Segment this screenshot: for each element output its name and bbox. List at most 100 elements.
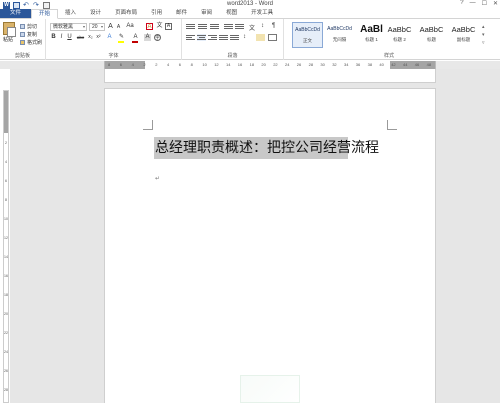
copy-label: 复制 [27,32,38,38]
document-page[interactable] [104,88,436,403]
shrink-font-button[interactable]: A [115,24,122,31]
style-title[interactable]: AaBbC 标题 [416,22,447,48]
font-size-value: 20 [92,24,98,30]
vruler-tick: 20 [4,312,8,316]
shading-icon[interactable] [256,34,265,41]
watermark-logo [240,375,300,403]
align-left-icon[interactable] [186,34,195,41]
styles-scroll-icon[interactable]: ▴ ▾ ▿ [482,23,485,47]
numbering-icon[interactable] [198,23,207,30]
sort-icon[interactable]: ↕ [261,23,270,30]
maximize-button[interactable]: ☐ [482,0,487,7]
line-spacing-icon[interactable]: ↕ [243,34,252,41]
tab-home[interactable]: 开始 [31,9,59,19]
tab-mailings[interactable]: 邮件 [169,9,194,18]
vruler-tick: 26 [4,369,8,373]
font-name-value: 微软雅黑 [53,24,74,30]
margin-corner-top-right [387,120,397,130]
show-marks-icon[interactable]: ¶ [272,23,281,30]
paste-button[interactable]: 粘贴 [3,22,17,46]
horizontal-ruler[interactable]: 8 6 4 2 2 4 6 8 10 12 14 16 18 20 22 24 26 28 30 32 34 36 38 40… [0,61,500,69]
margin-corner-top-left [143,120,153,130]
increase-indent-icon[interactable] [235,23,244,30]
ruler-tick: 10 [202,62,207,67]
style-normal-sample: AaBbCcDd [295,27,320,33]
strikethrough-button[interactable]: abc [75,34,86,41]
font-color-icon[interactable]: A [132,34,139,41]
vruler-tick: 8 [5,198,7,202]
vertical-ruler[interactable]: 2 4 6 8 10 12 14 16 18 20 22 24 26 28 [3,90,9,403]
asian-layout-icon[interactable]: 文 [249,23,258,32]
close-button[interactable]: ✕ [493,0,498,7]
style-normal[interactable]: AaBbCcDd 正文 [292,22,323,48]
style-no-spacing-sample: AaBbCcDd [327,26,352,32]
format-painter-button[interactable]: 格式刷 [20,39,42,46]
clear-formatting-button[interactable]: A [146,23,153,30]
justify-icon[interactable] [219,34,228,41]
vruler-tick: 12 [4,236,8,240]
paste-label: 粘贴 [3,37,14,43]
phonetic-guide-icon[interactable]: 文 [156,23,163,30]
multilevel-list-icon[interactable] [210,23,219,30]
align-center-icon[interactable] [197,34,206,41]
italic-button[interactable]: I [58,34,65,41]
character-shading-icon[interactable]: A [144,34,151,41]
tab-layout[interactable]: 页面布局 [108,9,144,18]
tab-references[interactable]: 引用 [144,9,169,18]
distributed-icon[interactable] [230,34,239,41]
tab-insert[interactable]: 插入 [58,9,83,18]
align-right-icon[interactable] [208,34,217,41]
vruler-tick: 4 [5,160,7,164]
cut-button[interactable]: 剪切 [20,23,37,30]
ruler-tick: 26 [296,62,302,67]
minimize-button[interactable]: — [470,0,476,7]
highlighter-icon[interactable]: ✎ [118,34,125,41]
style-heading-1[interactable]: AaBl 标题 1 [356,22,387,48]
ruler-tick: 28 [308,62,314,67]
subscript-button[interactable]: x₂ [87,34,94,41]
style-heading-2[interactable]: AaBbC 标题 2 [384,22,415,48]
style-no-spacing[interactable]: AaBbCcDd 无间隔 [324,22,355,48]
change-case-button[interactable]: Aa [125,23,135,30]
bullets-icon[interactable] [186,23,195,30]
decrease-indent-icon[interactable] [224,23,233,30]
bold-button[interactable]: B [50,34,57,41]
vruler-top-margin [4,91,8,133]
font-size-select[interactable]: 20 ▾ [89,23,105,31]
ruler-tick: 8 [108,62,111,67]
vruler-tick: 2 [5,141,7,145]
ruler-tick: 16 [237,62,243,67]
tab-review[interactable]: 审阅 [194,9,219,18]
style-subtitle[interactable]: AaBbC 副标题 [448,22,479,48]
tab-developer[interactable]: 开发工具 [244,9,280,18]
tab-view[interactable]: 视图 [219,9,244,18]
ruler-tick: 20 [261,62,266,67]
help-button[interactable]: ? [460,0,463,7]
window-controls: ? — ☐ ✕ [460,0,498,7]
style-heading-2-name: 标题 2 [393,37,406,42]
vruler-tick: 22 [4,331,8,335]
paste-icon [3,22,16,37]
window-title: word2013 - Word [227,1,273,7]
ruler-tick: 14 [226,62,231,67]
ruler-tick: 48 [426,62,432,67]
copy-button[interactable]: 复制 [20,31,37,38]
text-effects-icon[interactable]: A [106,34,113,41]
ruler-tick: 30 [320,62,325,67]
clipboard-group: 粘贴 剪切 复制 格式刷 剪贴板 [0,19,46,60]
font-group-label: 字体 [108,53,119,59]
tab-design[interactable]: 设计 [83,9,108,18]
vruler-tick: 16 [4,274,8,278]
underline-button[interactable]: U [66,34,73,41]
superscript-button[interactable]: x² [95,34,102,41]
grow-font-button[interactable]: A [107,23,114,30]
ruler-tick: 22 [273,62,278,67]
character-border-icon[interactable]: A [165,23,172,30]
enclose-characters-icon[interactable]: 字 [154,34,161,41]
style-no-spacing-name: 无间隔 [332,37,347,42]
tab-file[interactable]: 文件 [0,9,32,18]
document-heading[interactable]: 总经理职责概述：把控公司经营流程 [155,139,379,157]
cut-label: 剪切 [27,24,38,30]
borders-icon[interactable] [268,34,277,41]
font-name-select[interactable]: 微软雅黑 ▾ [50,23,87,31]
